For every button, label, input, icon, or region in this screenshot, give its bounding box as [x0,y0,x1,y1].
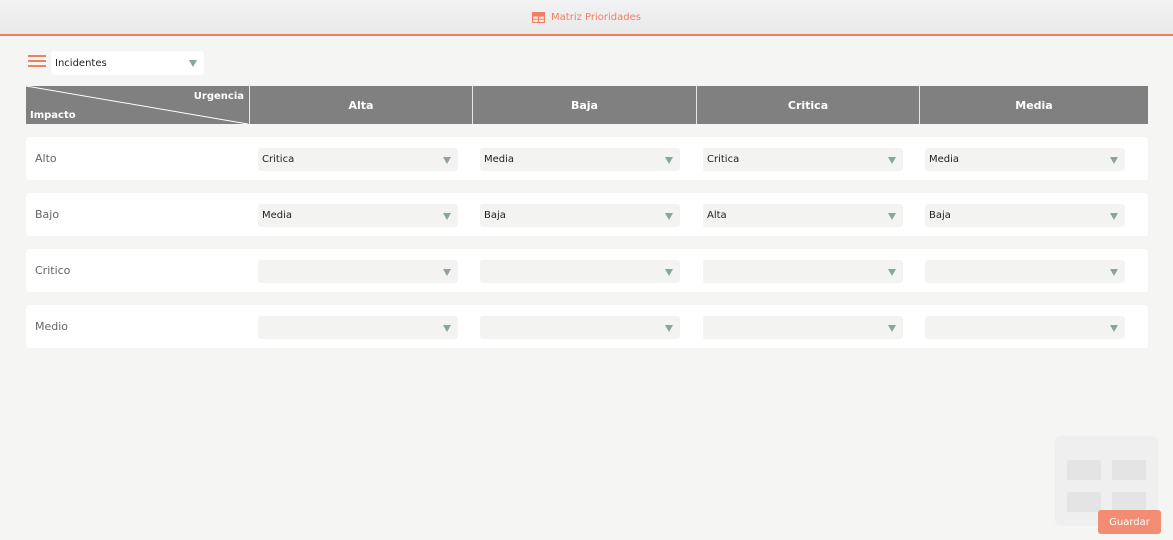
priority-value: Media [262,210,293,221]
chevron-down-icon [1110,212,1118,220]
priority-select[interactable]: Alta [703,204,903,227]
type-select[interactable]: Incidentes [51,51,204,75]
priority-value: Critica [707,154,740,165]
table-icon [531,8,546,27]
matrix-row: Bajo Media Baja Alta Baja [26,193,1148,236]
priority-select[interactable] [703,316,903,339]
chevron-down-icon [665,324,673,332]
row-label: Medio [35,320,69,333]
row-label: Alto [35,152,57,165]
priority-value: Baja [484,210,506,221]
matrix-row: Critico [26,249,1148,292]
priority-select[interactable]: Critica [258,148,458,171]
priority-value: Baja [929,210,951,221]
corner-impacto-label: Impacto [30,110,76,121]
priority-select[interactable] [703,260,903,283]
page-title: Matriz Prioridades [551,11,641,23]
priority-select[interactable] [258,316,458,339]
priority-select[interactable] [480,316,680,339]
priority-select[interactable] [925,316,1125,339]
matrix-header: Urgencia Impacto Alta Baja Critica Media [26,86,1148,124]
priority-value: Critica [262,154,295,165]
priority-select[interactable] [480,260,680,283]
chevron-down-icon [665,156,673,164]
type-select-value: Incidentes [55,57,107,69]
priority-select[interactable] [258,260,458,283]
priority-value: Alta [707,210,727,221]
top-bar: Matriz Prioridades [0,0,1173,36]
priority-value: Media [929,154,960,165]
chevron-down-icon [189,60,197,67]
chevron-down-icon [888,156,896,164]
chevron-down-icon [888,268,896,276]
chevron-down-icon [888,212,896,220]
save-button[interactable]: Guardar [1098,510,1161,534]
priority-select[interactable] [925,260,1125,283]
matrix-row: Medio [26,305,1148,348]
priority-select[interactable]: Baja [480,204,680,227]
chevron-down-icon [443,212,451,220]
chevron-down-icon [888,324,896,332]
column-header: Baja [472,86,696,124]
priority-select[interactable]: Media [925,148,1125,171]
matrix-row: Alto Critica Media Critica Media [26,137,1148,180]
chevron-down-icon [1110,324,1118,332]
chevron-down-icon [665,268,673,276]
row-label: Critico [35,264,71,277]
chevron-down-icon [443,324,451,332]
row-label: Bajo [35,208,60,221]
chevron-down-icon [1110,268,1118,276]
priority-select[interactable]: Media [258,204,458,227]
chevron-down-icon [443,268,451,276]
priority-select[interactable]: Media [480,148,680,171]
column-header: Critica [696,86,919,124]
column-header: Alta [249,86,472,124]
chevron-down-icon [1110,156,1118,164]
column-header: Media [919,86,1148,124]
hamburger-menu-icon[interactable] [28,55,46,69]
chevron-down-icon [443,156,451,164]
priority-select[interactable]: Baja [925,204,1125,227]
priority-select[interactable]: Critica [703,148,903,171]
priority-value: Media [484,154,515,165]
chevron-down-icon [665,212,673,220]
title-wrap: Matriz Prioridades [531,8,641,27]
corner-urgencia-label: Urgencia [193,91,244,102]
matrix-corner: Urgencia Impacto [26,86,248,124]
